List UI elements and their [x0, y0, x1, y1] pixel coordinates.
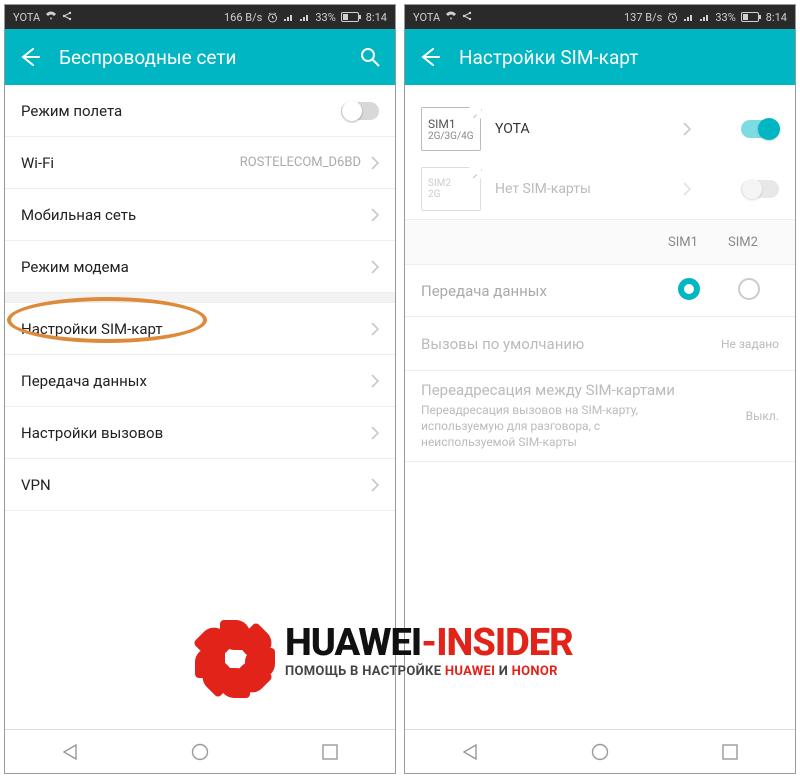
header-title: Настройки SIM-карт	[459, 46, 781, 69]
sim-settings-list: SIM1 2G/3G/4G YOTA SIM2 2G Нет SIM-карты	[405, 85, 795, 729]
nav-recent-icon[interactable]	[320, 742, 340, 762]
sim2-row: SIM2 2G Нет SIM-карты	[421, 159, 779, 219]
chevron-right-icon	[683, 122, 691, 136]
alarm-icon	[667, 12, 678, 23]
row-wifi[interactable]: Wi-Fi ROSTELECOM_D6BD	[5, 137, 395, 189]
battery-pct: 33%	[715, 11, 735, 24]
row-label: Передача данных	[21, 372, 371, 390]
row-data-transfer: Передача данных	[405, 265, 795, 317]
toggle-sim2	[741, 180, 779, 198]
nav-recent-icon[interactable]	[720, 742, 740, 762]
share-icon	[62, 11, 72, 24]
back-icon[interactable]	[419, 46, 441, 68]
carrier-label: YOTA	[13, 11, 40, 24]
chevron-right-icon	[371, 156, 379, 170]
settings-list: Режим полета Wi-Fi ROSTELECOM_D6BD Мобил…	[5, 85, 395, 729]
sim-slot-label: SIM2	[428, 178, 451, 189]
chevron-right-icon	[371, 322, 379, 336]
row-label: VPN	[21, 476, 371, 494]
app-header: Настройки SIM-карт	[405, 29, 795, 85]
toggle-airplane[interactable]	[341, 102, 379, 120]
nav-back-icon[interactable]	[460, 742, 480, 762]
signal-icon-1	[283, 12, 294, 22]
row-call-forwarding: Переадресация между SIM-картами Переадре…	[405, 371, 795, 462]
row-default-calls[interactable]: Вызовы по умолчанию Не задано	[405, 317, 795, 371]
row-label: Передача данных	[421, 282, 659, 300]
row-label: Wi-Fi	[21, 154, 240, 172]
search-icon[interactable]	[359, 46, 381, 68]
row-label: Настройки SIM-карт	[21, 320, 371, 338]
row-label: Настройки вызовов	[21, 424, 371, 442]
sim-card-icon: SIM1 2G/3G/4G	[421, 107, 481, 151]
row-tethering[interactable]: Режим модема	[5, 241, 395, 293]
radio-sim1-data[interactable]	[678, 278, 700, 300]
row-label: Вызовы по умолчанию	[421, 335, 721, 353]
sim-card-icon: SIM2 2G	[421, 167, 481, 211]
signal-icon-1	[683, 12, 694, 22]
battery-icon	[741, 12, 761, 22]
chevron-right-icon	[371, 208, 379, 222]
phone-left: YOTA 166 B/s 33%	[4, 4, 396, 774]
sim-name: YOTA	[495, 121, 669, 137]
chevron-right-icon	[371, 260, 379, 274]
sim-bands-label: 2G	[428, 189, 440, 200]
nav-back-icon[interactable]	[60, 742, 80, 762]
header-title: Беспроводные сети	[59, 46, 341, 69]
wifi-icon	[45, 11, 57, 24]
sim-slot-label: SIM1	[428, 117, 456, 131]
status-bar: YOTA 137 B/s 33%	[405, 5, 795, 29]
battery-icon	[341, 12, 361, 22]
row-label: Мобильная сеть	[21, 206, 371, 224]
sim1-row[interactable]: SIM1 2G/3G/4G YOTA	[421, 99, 779, 159]
row-label: Режим модема	[21, 258, 371, 276]
nav-bar	[5, 729, 395, 773]
alarm-icon	[267, 12, 278, 23]
sim-bands-label: 2G/3G/4G	[428, 131, 474, 142]
row-airplane-mode[interactable]: Режим полета	[5, 85, 395, 137]
toggle-sim1[interactable]	[741, 120, 779, 138]
wifi-value: ROSTELECOM_D6BD	[240, 155, 361, 170]
row-sim-settings[interactable]: Настройки SIM-карт	[5, 303, 395, 355]
nav-home-icon[interactable]	[190, 742, 210, 762]
row-label: Режим полета	[21, 102, 341, 120]
chevron-right-icon	[371, 374, 379, 388]
chevron-right-icon	[371, 478, 379, 492]
row-subtitle: Переадресация вызовов на SIM-карту, испо…	[421, 402, 661, 451]
radio-sim2-data	[738, 278, 760, 300]
app-header: Беспроводные сети	[5, 29, 395, 85]
signal-icon-2	[299, 12, 310, 22]
sim-name: Нет SIM-карты	[495, 181, 669, 197]
row-data-usage[interactable]: Передача данных	[5, 355, 395, 407]
row-value: Выкл.	[746, 409, 779, 423]
row-mobile-network[interactable]: Мобильная сеть	[5, 189, 395, 241]
phone-right: YOTA 137 B/s 33%	[404, 4, 796, 774]
chevron-right-icon	[683, 182, 691, 196]
battery-pct: 33%	[315, 11, 335, 24]
carrier-label: YOTA	[413, 11, 440, 24]
col-sim1: SIM1	[653, 235, 713, 250]
col-sim2: SIM2	[713, 235, 773, 250]
signal-icon-2	[699, 12, 710, 22]
speed-label: 137 B/s	[624, 11, 662, 24]
row-vpn[interactable]: VPN	[5, 459, 395, 511]
speed-label: 166 B/s	[224, 11, 262, 24]
share-icon	[462, 11, 472, 24]
nav-bar	[405, 729, 795, 773]
status-bar: YOTA 166 B/s 33%	[5, 5, 395, 29]
row-value: Не задано	[721, 337, 779, 351]
back-icon[interactable]	[19, 46, 41, 68]
section-gap	[5, 293, 395, 303]
time-label: 8:14	[366, 11, 387, 24]
row-title: Переадресация между SIM-картами	[421, 381, 746, 399]
column-header-row: SIM1 SIM2	[405, 219, 795, 265]
nav-home-icon[interactable]	[590, 742, 610, 762]
wifi-icon	[445, 11, 457, 24]
time-label: 8:14	[766, 11, 787, 24]
row-call-settings[interactable]: Настройки вызовов	[5, 407, 395, 459]
chevron-right-icon	[371, 426, 379, 440]
